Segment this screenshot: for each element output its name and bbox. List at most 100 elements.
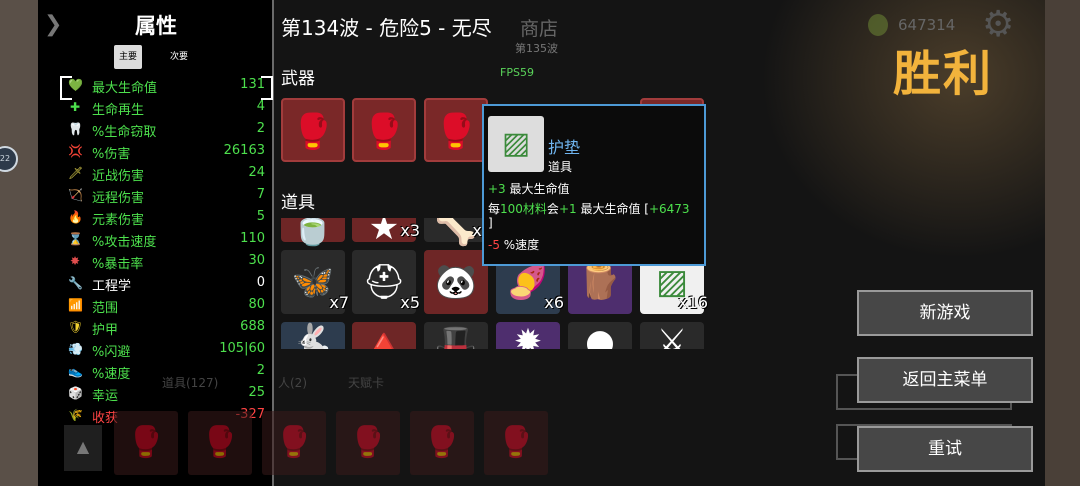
weapon-slot[interactable]: 🥊 xyxy=(281,98,345,162)
bottom-weapon-slot: 🥊 xyxy=(336,411,400,475)
stat-row[interactable]: 🏹 远程伤害 7 xyxy=(62,185,267,207)
tab-characters[interactable]: 人(2) xyxy=(278,374,307,391)
spikes-item-icon: ✹ xyxy=(513,322,543,349)
retry-button[interactable]: 重试 xyxy=(857,426,1033,472)
tooltip-item-name: 护垫 xyxy=(548,138,581,157)
stat-row[interactable]: 🔥 元素伤害 5 xyxy=(62,207,267,229)
item-slot[interactable]: 🐇 xyxy=(281,322,345,349)
items-heading: 道具 xyxy=(281,193,315,213)
item-slot[interactable]: ⛑ x5 xyxy=(352,250,420,314)
item-count: x6 xyxy=(544,293,564,312)
attributes-title: 属性 xyxy=(135,14,177,38)
stat-value: 110 xyxy=(240,231,265,246)
stat-row[interactable]: 🦷 %生命窃取 2 xyxy=(62,119,267,141)
item-slot[interactable]: ★ x3 xyxy=(352,218,420,248)
tab-secondary-stats[interactable]: 次要 xyxy=(165,45,193,69)
crit-icon: ✸ xyxy=(69,254,81,268)
stat-value: 30 xyxy=(248,253,265,268)
tooltip-effect-2: 每100材料会+1 最大生命值 [+6473 xyxy=(488,202,690,216)
panda-item-icon: 🐼 xyxy=(434,262,478,302)
stat-label: 远程伤害 xyxy=(92,191,145,206)
background-left-edge xyxy=(0,0,38,486)
item-count: x5 xyxy=(400,293,420,312)
tab-main-stats[interactable]: 主要 xyxy=(114,45,142,69)
material-count: 647314 xyxy=(898,16,956,34)
main-menu-button[interactable]: 返回主菜单 xyxy=(857,357,1033,403)
stat-value: 80 xyxy=(248,297,265,312)
item-slot[interactable]: 🍵 xyxy=(281,218,345,248)
stat-label: %攻击速度 xyxy=(92,235,157,250)
stat-row[interactable]: 💨 %闪避 105|60 xyxy=(62,339,267,361)
armor-icon: 🛡 xyxy=(68,320,84,334)
regen-icon: ✚ xyxy=(69,100,81,114)
fps-counter: FPS59 xyxy=(500,66,534,79)
bottom-weapon-slot: 🥊 xyxy=(188,411,252,475)
tab-items-count[interactable]: 道具(127) xyxy=(162,374,218,391)
item-slot[interactable]: 🦴x2 xyxy=(424,218,492,248)
stat-label: %闪避 xyxy=(92,345,131,360)
tooltip-item-frame: ▨ xyxy=(488,116,544,172)
fist-weapon-icon: 🥊 xyxy=(201,425,239,460)
stat-label: %生命窃取 xyxy=(92,125,157,140)
wizard-hat-item-icon: 🔺 xyxy=(362,322,406,349)
stat-row[interactable]: 📶 范围 80 xyxy=(62,295,267,317)
item-slot[interactable]: 🦋 x7 xyxy=(281,250,349,314)
bottom-weapon-slot: 🥊 xyxy=(484,411,548,475)
sword-item-icon: ⚔ xyxy=(656,322,688,349)
lifesteal-icon: 🦷 xyxy=(68,122,83,136)
stat-row[interactable]: ✚ 生命再生 4 xyxy=(62,97,267,119)
stat-label: 元素伤害 xyxy=(92,213,145,228)
tooltip-effect-1: +3 最大生命值 xyxy=(488,182,570,196)
item-slot[interactable]: ● xyxy=(568,322,632,349)
bottom-weapon-slot: 🥊 xyxy=(114,411,178,475)
wave-info: 第134波 - 危险5 - 无尽 xyxy=(281,16,492,40)
rabbit-item-icon: 🐇 xyxy=(291,322,335,349)
fist-weapon-icon: 🥊 xyxy=(275,425,313,460)
stat-row[interactable]: ✸ %暴击率 30 xyxy=(62,251,267,273)
bottom-tab-bar: 道具(127) 人(2) 天赋卡 xyxy=(38,366,678,396)
engineering-icon: 🔧 xyxy=(68,276,83,290)
ranged-icon: 🏹 xyxy=(68,188,83,202)
item-slot[interactable]: ⚔ xyxy=(640,322,704,349)
tab-talent-cards[interactable]: 天赋卡 xyxy=(348,374,384,391)
item-slot[interactable]: ✹ xyxy=(496,322,560,349)
stat-row[interactable]: 🛡 护甲 688 xyxy=(62,317,267,339)
stat-label: 最大生命值 xyxy=(92,81,158,96)
stat-value: 131 xyxy=(240,77,265,92)
stat-value: 5 xyxy=(256,209,265,224)
tooltip-effect-3: -5 %速度 xyxy=(488,238,540,252)
bottom-weapon-slot: 🥊 xyxy=(410,411,474,475)
padding-item-icon: ▨ xyxy=(501,126,531,161)
collapse-arrow-icon[interactable]: ❯ xyxy=(44,12,62,37)
item-count: x7 xyxy=(329,293,349,312)
scroll-up-button[interactable]: ▲ xyxy=(64,425,102,471)
witch-hat-item-icon: 🎩 xyxy=(434,322,478,349)
stat-row[interactable]: 🗡 近战伤害 24 xyxy=(62,163,267,185)
stat-row[interactable]: ⌛ %攻击速度 110 xyxy=(62,229,267,251)
stat-value: 2 xyxy=(256,121,265,136)
stat-value: 7 xyxy=(256,187,265,202)
new-game-button[interactable]: 新游戏 xyxy=(857,290,1033,336)
weapons-heading: 武器 xyxy=(281,69,315,89)
damage-icon: 💢 xyxy=(68,144,83,158)
heart-icon: 💚 xyxy=(68,78,83,92)
item-slot[interactable]: 🎩 xyxy=(424,322,488,349)
item-count: x3 xyxy=(400,221,420,240)
item-slot[interactable]: 🐼 xyxy=(424,250,488,314)
stat-row[interactable]: 🔧 工程学 0 xyxy=(62,273,267,295)
stat-label: 近战伤害 xyxy=(92,169,145,184)
dodge-icon: 💨 xyxy=(68,342,83,356)
material-coin-icon xyxy=(868,14,888,36)
fist-weapon-icon: 🥊 xyxy=(497,425,535,460)
weapon-slot[interactable]: 🥊 xyxy=(352,98,416,162)
weapon-slot[interactable]: 🥊 xyxy=(424,98,488,162)
stat-value: 105|60 xyxy=(219,341,265,356)
stat-row[interactable]: 💚 最大生命值 131 xyxy=(62,75,267,97)
attack-speed-icon: ⌛ xyxy=(68,232,83,246)
fist-weapon-icon: 🥊 xyxy=(349,425,387,460)
stat-row[interactable]: 💢 %伤害 26163 xyxy=(62,141,267,163)
item-slot[interactable]: 🔺 xyxy=(352,322,416,349)
victory-title: 胜利 xyxy=(893,46,994,102)
melee-icon: 🗡 xyxy=(68,166,84,180)
stat-label: %伤害 xyxy=(92,147,131,162)
